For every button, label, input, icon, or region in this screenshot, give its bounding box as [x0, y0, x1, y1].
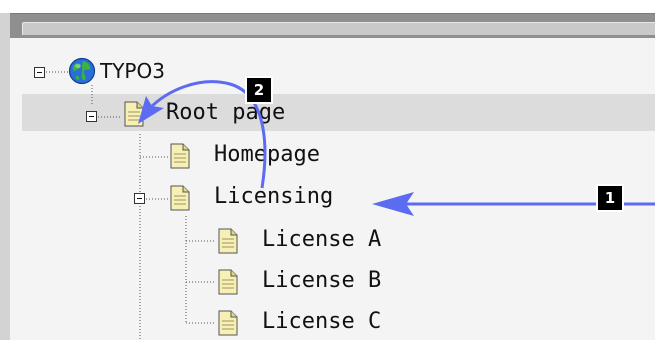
callout-badge-2: 2 — [245, 76, 273, 104]
callout-badge-1: 1 — [596, 184, 624, 212]
annotation-arrows — [138, 80, 655, 216]
screenshot-stage: TYPO3 Root page Homepage Licensing Licen… — [0, 0, 655, 340]
